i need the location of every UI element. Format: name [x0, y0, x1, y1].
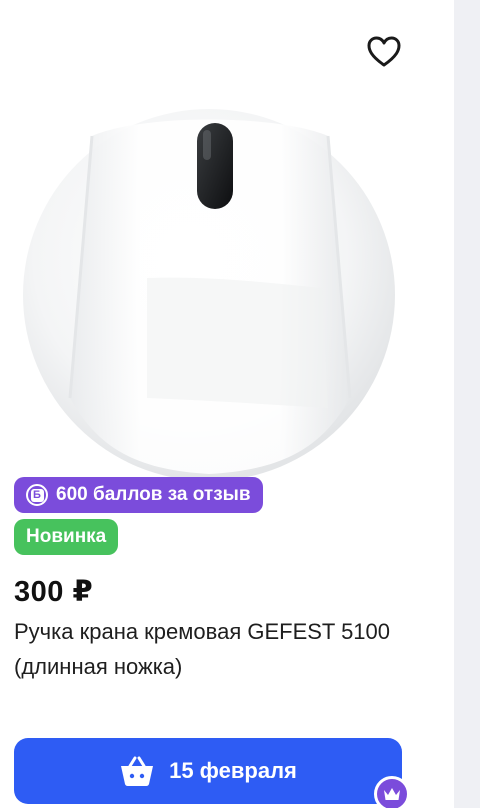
side-background — [454, 0, 480, 808]
favorite-button[interactable] — [364, 32, 404, 72]
new-badge: Новинка — [14, 519, 119, 555]
premium-badge — [374, 776, 410, 808]
review-points-badge[interactable]: Б 600 баллов за отзыв — [14, 477, 263, 513]
basket-icon — [121, 756, 154, 786]
product-image[interactable] — [22, 108, 396, 482]
product-title[interactable]: Ручка крана кремовая GEFEST 5100 (длинна… — [14, 614, 414, 684]
product-price: 300 ₽ — [14, 576, 94, 608]
new-badge-label: Новинка — [26, 526, 107, 547]
cart-button-label: 15 февраля — [169, 758, 297, 783]
crown-icon — [384, 788, 400, 800]
review-points-label: 600 баллов за отзыв — [56, 484, 251, 505]
heart-outline-icon — [367, 36, 401, 67]
add-to-cart-button[interactable]: 15 февраля — [14, 738, 402, 804]
b-coin-icon: Б — [26, 484, 48, 506]
knob-image — [23, 109, 395, 481]
product-card[interactable]: Б 600 баллов за отзыв Новинка 300 ₽ Ручк… — [0, 0, 454, 808]
